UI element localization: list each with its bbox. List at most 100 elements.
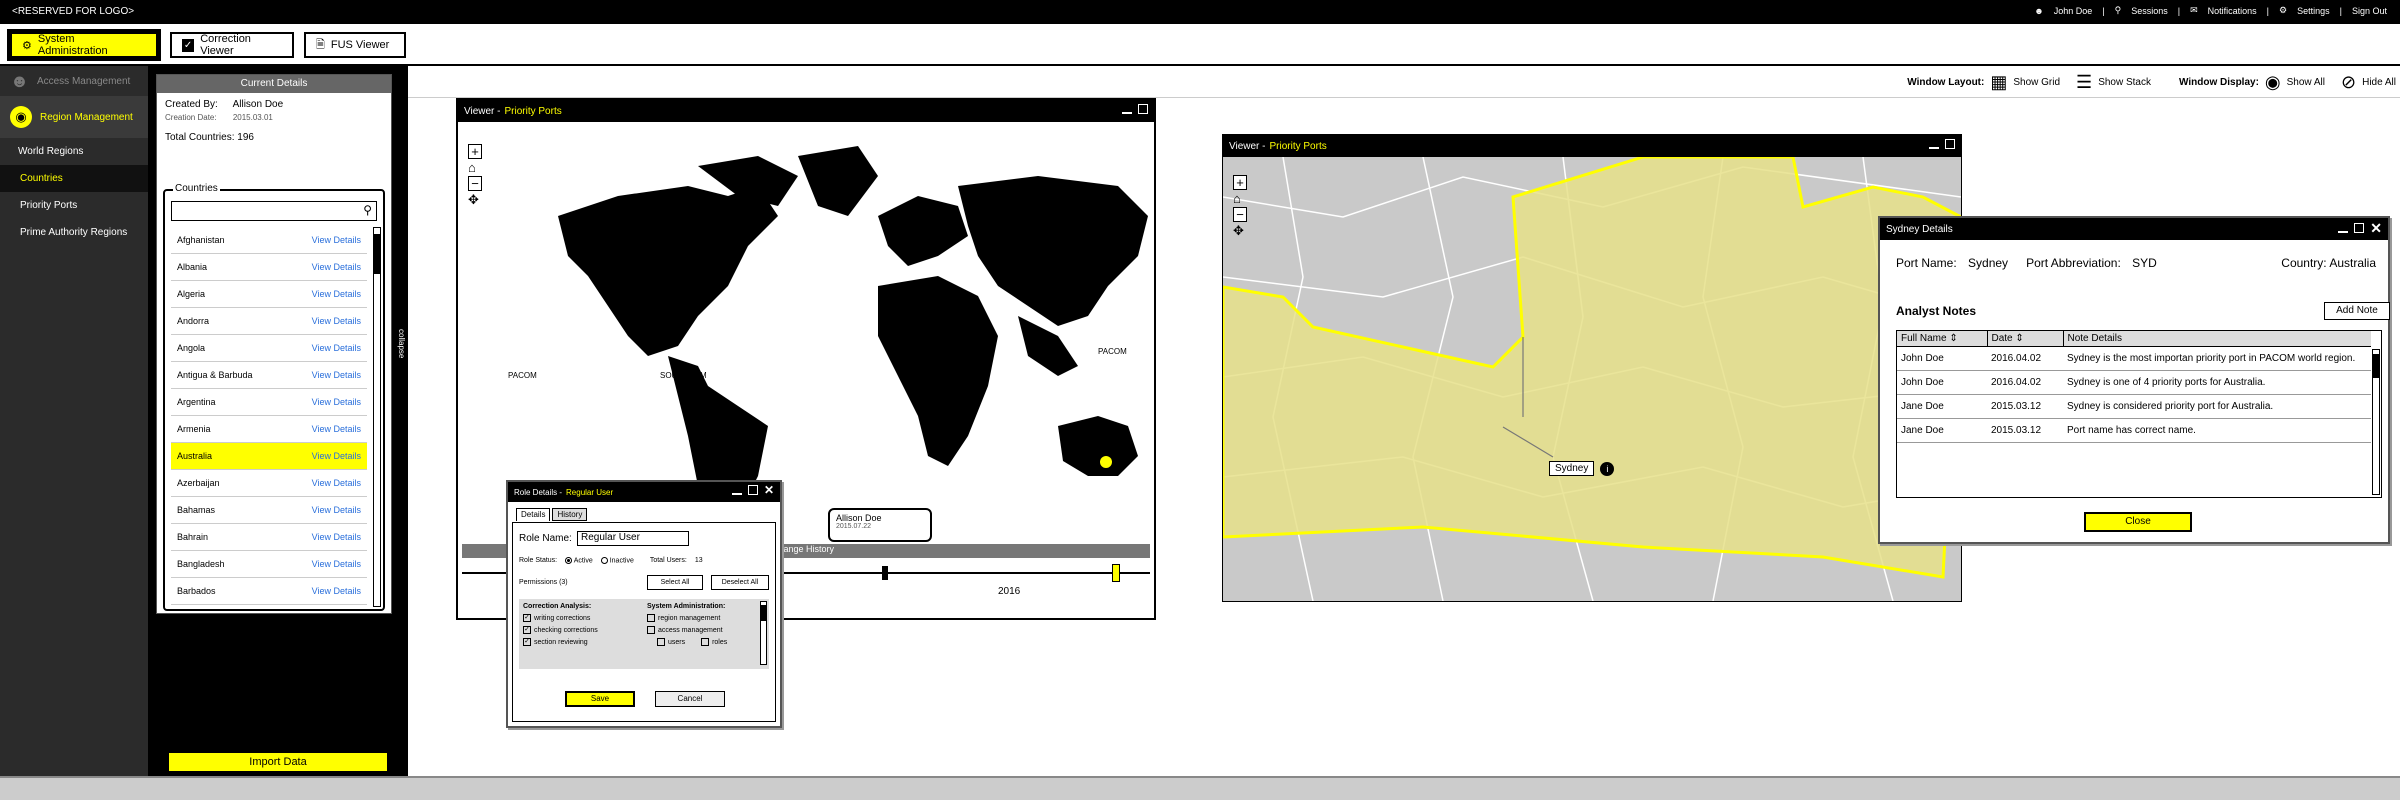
sessions-link[interactable]: Sessions [2128, 6, 2171, 16]
dialog-title-bar[interactable]: Sydney Details ✕ [1880, 218, 2388, 240]
status-inactive-radio[interactable]: Inactive [600, 557, 634, 564]
zoom-out-icon[interactable]: − [468, 176, 482, 191]
tab-history[interactable]: History [552, 508, 588, 521]
view-details-link[interactable]: View Details [312, 289, 361, 299]
pan-icon[interactable]: ✥ [1233, 224, 1247, 237]
perm-writing-corrections[interactable]: ✓ writing corrections [523, 614, 643, 622]
perm-users[interactable]: users [657, 638, 685, 646]
cancel-button[interactable]: Cancel [655, 691, 725, 707]
info-icon[interactable]: i [1600, 461, 1615, 476]
view-details-link[interactable]: View Details [312, 370, 361, 380]
col-note-details[interactable]: Note Details [2063, 331, 2371, 347]
nav-item-world-regions[interactable]: World Regions [0, 138, 148, 165]
note-row[interactable]: Jane Doe 2015.03.12 Sydney is considered p… [1897, 395, 2371, 419]
perm-access-management[interactable]: access management [647, 626, 757, 634]
country-row[interactable]: Bahamas View Details [171, 497, 367, 524]
view-details-link[interactable]: View Details [312, 586, 361, 596]
nav-item-prime-authority-regions[interactable]: Prime Authority Regions [0, 219, 148, 246]
timeline-marker[interactable] [882, 566, 888, 580]
country-row[interactable]: Barbados View Details [171, 578, 367, 605]
note-row[interactable]: John Doe 2016.04.02 Sydney is the most imp… [1897, 347, 2371, 371]
view-details-link[interactable]: View Details [312, 424, 361, 434]
collapse-handle[interactable]: collapse [394, 264, 406, 424]
home-icon[interactable]: ⌂ [1233, 192, 1247, 205]
maximize-icon[interactable] [1138, 104, 1148, 114]
close-icon[interactable]: ✕ [764, 484, 774, 496]
zoom-out-icon[interactable]: − [1233, 207, 1247, 222]
zoom-in-icon[interactable]: + [468, 144, 482, 159]
close-button[interactable]: Close [2084, 512, 2192, 532]
dialog-title-bar[interactable]: Role Details - Regular User ✕ [508, 482, 780, 502]
sydney-street-map[interactable] [1223, 157, 1961, 601]
perm-section-reviewing[interactable]: ✓ section reviewing [523, 638, 643, 646]
import-data-button[interactable]: Import Data [168, 752, 388, 772]
maximize-icon[interactable] [1945, 139, 1955, 149]
signout-link[interactable]: Sign Out [2349, 6, 2390, 16]
country-row[interactable]: Argentina View Details [171, 389, 367, 416]
settings-link[interactable]: Settings [2294, 6, 2333, 16]
notifications-link[interactable]: Notifications [2205, 6, 2260, 16]
nav-item-priority-ports[interactable]: Priority Ports [0, 192, 148, 219]
show-all-button[interactable]: Show All [2287, 77, 2325, 88]
show-grid-button[interactable]: Show Grid [2013, 77, 2060, 88]
viewer-title-bar[interactable]: Viewer - Priority Ports [1223, 135, 1961, 157]
country-row[interactable]: Albania View Details [171, 254, 367, 281]
view-details-link[interactable]: View Details [312, 451, 361, 461]
country-row[interactable]: Bangladesh View Details [171, 551, 367, 578]
permissions-scrollbar[interactable] [760, 601, 767, 665]
country-row[interactable]: Afghanistan View Details [171, 227, 367, 254]
country-scrollbar[interactable] [373, 227, 381, 607]
perm-checking-corrections[interactable]: ✓ checking corrections [523, 626, 643, 634]
tab-system-administration[interactable]: ⚙ System Administration [7, 29, 161, 61]
country-row[interactable]: Australia View Details [171, 443, 367, 470]
col-full-name[interactable]: Full Name ⇕ [1897, 331, 1988, 347]
view-details-link[interactable]: View Details [312, 262, 361, 272]
tab-details[interactable]: Details [516, 508, 551, 521]
zoom-in-icon[interactable]: + [1233, 175, 1247, 190]
home-icon[interactable]: ⌂ [468, 161, 482, 174]
country-search-input[interactable]: ⚲ [171, 201, 377, 221]
minimize-icon[interactable] [1122, 112, 1132, 114]
timeline-handle[interactable] [1112, 564, 1120, 582]
show-stack-button[interactable]: Show Stack [2098, 77, 2151, 88]
role-name-input[interactable]: Regular User [577, 531, 689, 546]
view-details-link[interactable]: View Details [312, 532, 361, 542]
view-details-link[interactable]: View Details [312, 397, 361, 407]
select-all-button[interactable]: Select All [647, 575, 703, 590]
view-details-link[interactable]: View Details [312, 316, 361, 326]
sydney-map-label[interactable]: Sydney i [1549, 461, 1615, 476]
tab-fus-viewer[interactable]: 🗎 FUS Viewer [304, 32, 406, 58]
country-row[interactable]: Angola View Details [171, 335, 367, 362]
minimize-icon[interactable] [731, 493, 742, 495]
country-row[interactable]: Bahrain View Details [171, 524, 367, 551]
maximize-icon[interactable] [2354, 223, 2365, 233]
save-button[interactable]: Save [565, 691, 635, 707]
country-row[interactable]: Antigua & Barbuda View Details [171, 362, 367, 389]
nav-item-countries[interactable]: Countries [0, 165, 148, 192]
note-row[interactable]: John Doe 2016.04.02 Sydney is one of 4 pri… [1897, 371, 2371, 395]
viewer-title-bar[interactable]: Viewer - Priority Ports [458, 100, 1154, 122]
col-date[interactable]: Date ⇕ [1987, 331, 2064, 347]
notes-scrollbar[interactable] [2372, 349, 2380, 495]
maximize-icon[interactable] [747, 485, 758, 495]
tab-correction-viewer[interactable]: ✓ Correction Viewer [170, 32, 294, 58]
user-menu[interactable]: John Doe [2051, 6, 2096, 16]
deselect-all-button[interactable]: Deselect All [711, 575, 769, 590]
nav-access-management[interactable]: ☻ Access Management [0, 66, 148, 96]
view-details-link[interactable]: View Details [312, 478, 361, 488]
view-details-link[interactable]: View Details [312, 505, 361, 515]
country-row[interactable]: Azerbaijan View Details [171, 470, 367, 497]
perm-roles[interactable]: roles [701, 638, 727, 646]
hide-all-button[interactable]: Hide All [2362, 77, 2396, 88]
pan-icon[interactable]: ✥ [468, 193, 482, 206]
perm-region-management[interactable]: region management [647, 614, 757, 622]
country-row[interactable]: Algeria View Details [171, 281, 367, 308]
country-row[interactable]: Andorra View Details [171, 308, 367, 335]
view-details-link[interactable]: View Details [312, 343, 361, 353]
country-row[interactable]: Armenia View Details [171, 416, 367, 443]
close-icon[interactable]: ✕ [2370, 221, 2382, 235]
note-row[interactable]: Jane Doe 2015.03.12 Port name has correct … [1897, 419, 2371, 443]
minimize-icon[interactable] [2338, 231, 2349, 233]
nav-region-management[interactable]: ◉ Region Management [0, 96, 148, 138]
minimize-icon[interactable] [1929, 147, 1939, 149]
